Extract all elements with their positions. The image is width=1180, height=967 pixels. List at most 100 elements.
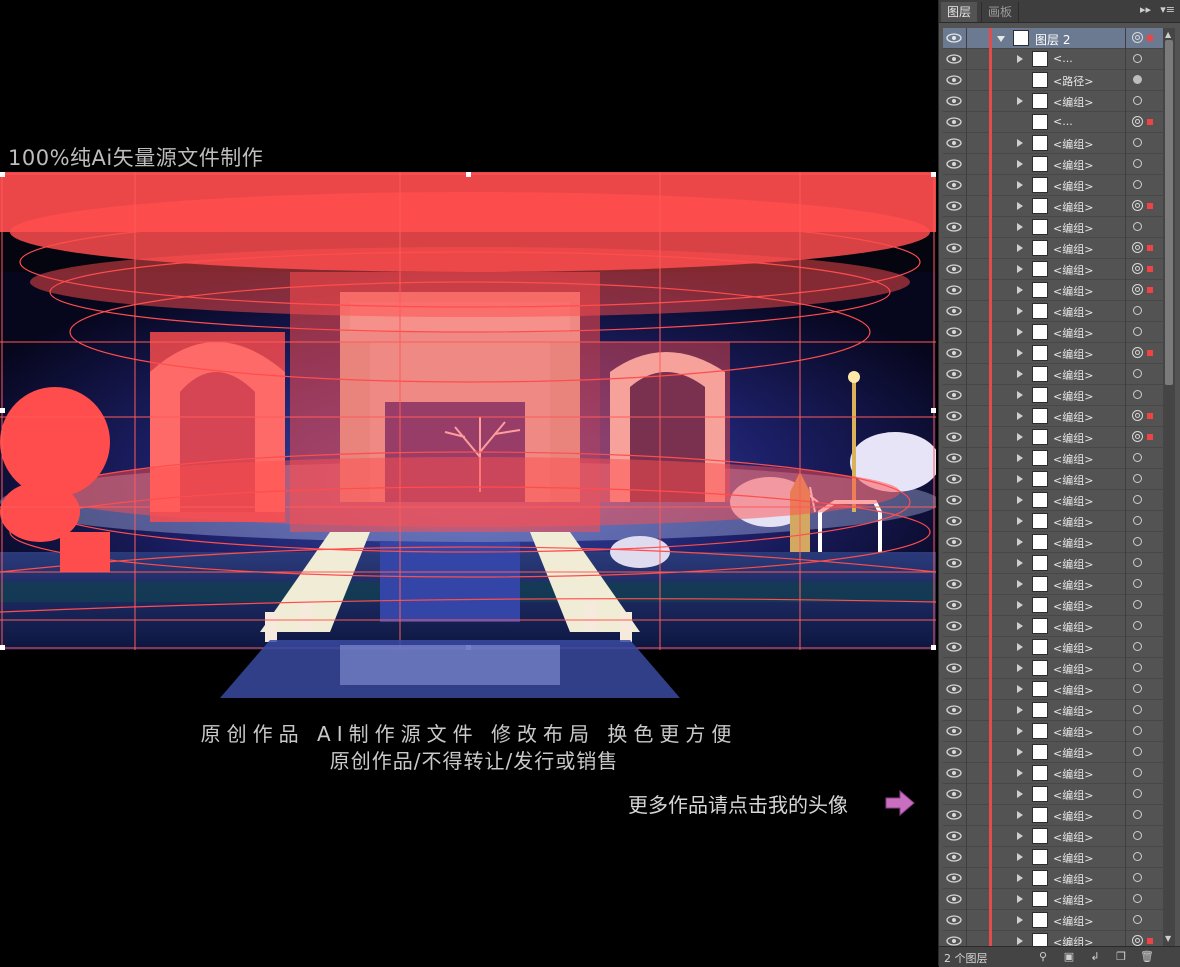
expand-triangle-icon[interactable] (1017, 202, 1023, 210)
lock-toggle-cell[interactable] (966, 133, 967, 154)
layer-list[interactable]: 图层 2 <... <路径> <编组> <... <编组> <编组> <编组> <编组> <编组… (943, 28, 1163, 946)
expand-triangle-icon[interactable] (1017, 790, 1023, 798)
layer-name[interactable]: <编组> (1053, 619, 1093, 635)
lock-toggle-cell[interactable] (966, 91, 967, 112)
target-circle-icon[interactable] (1132, 410, 1143, 421)
layer-row[interactable]: <路径> (943, 70, 1163, 91)
expand-triangle-icon[interactable] (1017, 433, 1023, 441)
layer-name[interactable]: <编组> (1053, 745, 1093, 761)
layer-name[interactable]: <编组> (1053, 871, 1093, 887)
layer-row[interactable]: <编组> (943, 721, 1163, 742)
lock-toggle-cell[interactable] (966, 826, 967, 847)
layer-row[interactable]: <编组> (943, 406, 1163, 427)
new-sublayer-icon[interactable]: ↲ (1087, 949, 1103, 964)
layer-row[interactable]: <编组> (943, 301, 1163, 322)
visibility-eye-icon[interactable] (946, 33, 962, 43)
target-circle-icon[interactable] (1133, 159, 1142, 168)
artboard-canvas[interactable]: 100%纯Ai矢量源文件制作 原创作品 AI制作源文件 修改布局 换色更方便 原… (0, 0, 938, 966)
target-circle-icon[interactable] (1133, 369, 1142, 378)
visibility-eye-icon[interactable] (946, 159, 962, 169)
layer-name[interactable]: <编组> (1053, 472, 1093, 488)
target-circle-icon[interactable] (1133, 495, 1142, 504)
target-circle-icon[interactable] (1132, 116, 1143, 127)
target-circle-icon[interactable] (1133, 75, 1142, 84)
lock-toggle-cell[interactable] (966, 238, 967, 259)
lock-toggle-cell[interactable] (966, 112, 967, 133)
visibility-eye-icon[interactable] (946, 516, 962, 526)
panel-menu-icon[interactable]: ▾≡ (1160, 3, 1175, 16)
target-circle-icon[interactable] (1132, 935, 1143, 946)
layer-row[interactable]: <编组> (943, 553, 1163, 574)
lock-toggle-cell[interactable] (966, 196, 967, 217)
layer-row[interactable]: <编组> (943, 385, 1163, 406)
expand-triangle-icon[interactable] (1017, 916, 1023, 924)
lock-toggle-cell[interactable] (966, 154, 967, 175)
layer-row[interactable]: <编组> (943, 133, 1163, 154)
expand-triangle-icon[interactable] (1017, 475, 1023, 483)
visibility-eye-icon[interactable] (946, 705, 962, 715)
lock-toggle-cell[interactable] (966, 175, 967, 196)
visibility-eye-icon[interactable] (946, 432, 962, 442)
layer-name[interactable]: <编组> (1053, 787, 1093, 803)
layer-row[interactable]: <... (943, 112, 1163, 133)
layer-name[interactable]: <... (1053, 115, 1073, 128)
expand-triangle-icon[interactable] (1017, 55, 1023, 63)
visibility-eye-icon[interactable] (946, 894, 962, 904)
target-circle-icon[interactable] (1133, 621, 1142, 630)
expand-triangle-icon[interactable] (1017, 496, 1023, 504)
lock-toggle-cell[interactable] (966, 805, 967, 826)
visibility-eye-icon[interactable] (946, 327, 962, 337)
expand-triangle-icon[interactable] (1017, 391, 1023, 399)
layer-name[interactable]: <编组> (1053, 535, 1093, 551)
target-circle-icon[interactable] (1132, 431, 1143, 442)
layer-row[interactable]: <编组> (943, 532, 1163, 553)
visibility-eye-icon[interactable] (946, 810, 962, 820)
layer-name[interactable]: <编组> (1053, 661, 1093, 677)
expand-triangle-icon[interactable] (1017, 811, 1023, 819)
lock-toggle-cell[interactable] (966, 490, 967, 511)
target-circle-icon[interactable] (1133, 138, 1142, 147)
expand-triangle-icon[interactable] (1017, 622, 1023, 630)
visibility-eye-icon[interactable] (946, 537, 962, 547)
layer-row[interactable]: <编组> (943, 91, 1163, 112)
tab-artboards[interactable]: 画板 (981, 2, 1020, 22)
target-circle-icon[interactable] (1133, 306, 1142, 315)
layer-row[interactable]: <编组> (943, 280, 1163, 301)
target-circle-icon[interactable] (1133, 810, 1142, 819)
visibility-eye-icon[interactable] (946, 852, 962, 862)
visibility-eye-icon[interactable] (946, 873, 962, 883)
visibility-eye-icon[interactable] (946, 306, 962, 316)
expand-triangle-icon[interactable] (1017, 244, 1023, 252)
expand-triangle-icon[interactable] (1017, 853, 1023, 861)
lock-toggle-cell[interactable] (966, 28, 967, 49)
target-circle-icon[interactable] (1133, 768, 1142, 777)
visibility-eye-icon[interactable] (946, 264, 962, 274)
expand-triangle-icon[interactable] (1017, 769, 1023, 777)
target-circle-icon[interactable] (1133, 96, 1142, 105)
expand-triangle-icon[interactable] (1017, 601, 1023, 609)
layer-name[interactable]: <编组> (1053, 388, 1093, 404)
layer-name[interactable]: <编组> (1053, 283, 1093, 299)
target-circle-icon[interactable] (1133, 831, 1142, 840)
lock-toggle-cell[interactable] (966, 259, 967, 280)
target-circle-icon[interactable] (1133, 327, 1142, 336)
target-circle-icon[interactable] (1133, 747, 1142, 756)
lock-toggle-cell[interactable] (966, 868, 967, 889)
lock-toggle-cell[interactable] (966, 217, 967, 238)
target-circle-icon[interactable] (1133, 873, 1142, 882)
layer-row[interactable]: <编组> (943, 595, 1163, 616)
target-circle-icon[interactable] (1133, 642, 1142, 651)
layer-name[interactable]: <编组> (1053, 514, 1093, 530)
lock-toggle-cell[interactable] (966, 469, 967, 490)
layer-name[interactable]: <编组> (1053, 892, 1093, 908)
layer-row[interactable]: <编组> (943, 616, 1163, 637)
visibility-eye-icon[interactable] (946, 642, 962, 652)
visibility-eye-icon[interactable] (946, 348, 962, 358)
layer-row[interactable]: <编组> (943, 700, 1163, 721)
visibility-eye-icon[interactable] (946, 474, 962, 484)
layer-name[interactable]: <编组> (1053, 808, 1093, 824)
layer-row[interactable]: <编组> (943, 637, 1163, 658)
layer-name[interactable]: <编组> (1053, 409, 1093, 425)
layer-row[interactable]: <编组> (943, 658, 1163, 679)
lock-toggle-cell[interactable] (966, 616, 967, 637)
